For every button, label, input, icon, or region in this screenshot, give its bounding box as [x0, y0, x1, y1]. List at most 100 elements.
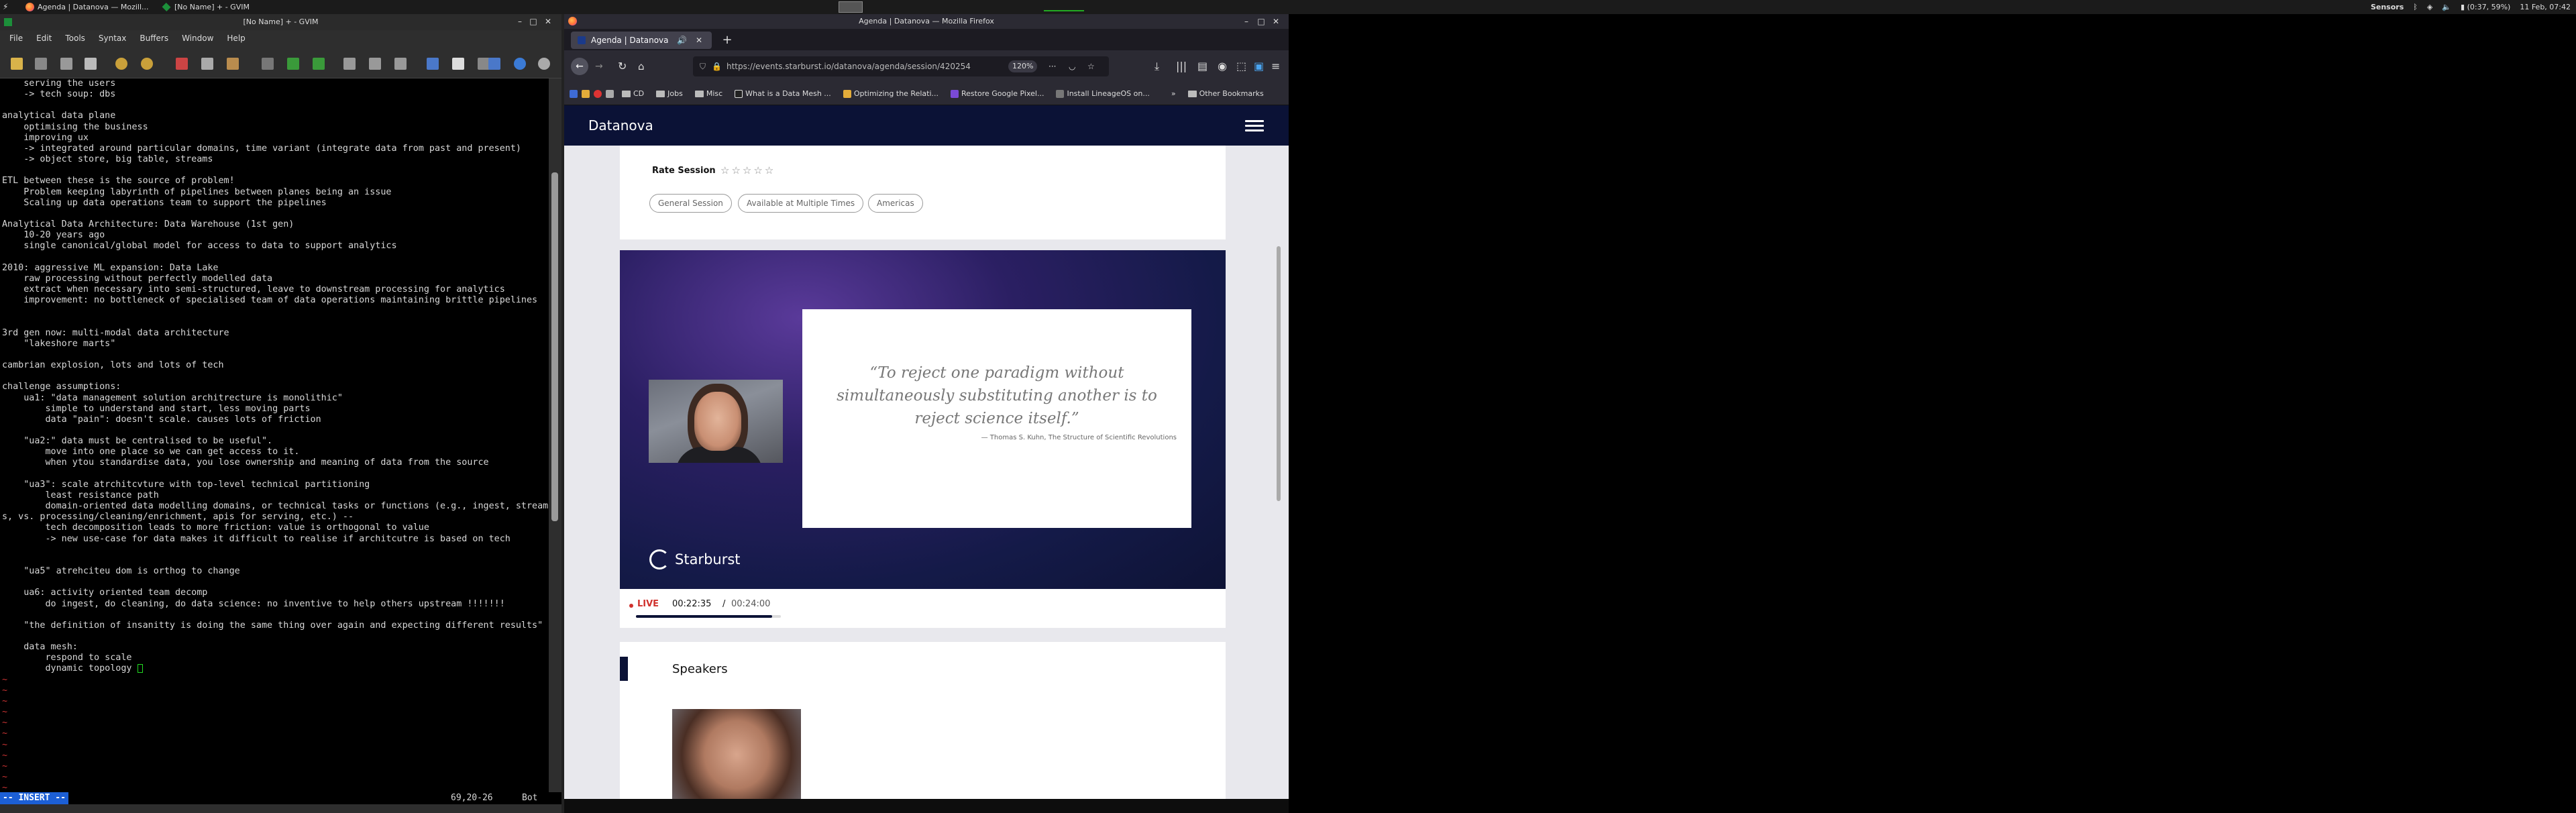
bluetooth-icon[interactable]: ᛒ	[2413, 0, 2418, 14]
bookmark-icon[interactable]	[606, 89, 614, 98]
extension-icon[interactable]: ▣	[1254, 58, 1264, 75]
redo-icon[interactable]	[141, 58, 153, 70]
bookmark-icon[interactable]	[570, 89, 578, 98]
forward-icon[interactable]: →	[595, 58, 603, 75]
zoom-level[interactable]: 120%	[1008, 60, 1038, 72]
cut-icon[interactable]	[176, 58, 188, 70]
menu-window[interactable]: Window	[182, 30, 213, 46]
star-icon[interactable]: ☆	[731, 164, 742, 176]
menu-icon[interactable]	[1245, 120, 1264, 132]
battery-status[interactable]: ▮ (0:37, 59%)	[2461, 0, 2510, 14]
tab-agenda[interactable]: Agenda | Datanova 🔊 ✕	[571, 32, 712, 49]
sidebar-icon[interactable]: ▤	[1197, 58, 1208, 75]
maximize-icon[interactable]: □	[529, 17, 538, 26]
rating-stars[interactable]: ☆☆☆☆☆	[720, 164, 775, 176]
text-editor[interactable]: serving the users -> tech soup: dbs anal…	[0, 78, 549, 792]
save-session-icon[interactable]	[369, 58, 381, 70]
progress-track[interactable]	[636, 615, 781, 618]
volume-icon[interactable]: 🔈	[2442, 0, 2451, 14]
print-icon[interactable]	[85, 58, 97, 70]
taskbar-item-firefox[interactable]: Agenda | Datanova — Mozill...	[23, 1, 157, 13]
tab-close-icon[interactable]: ✕	[696, 32, 702, 49]
close-icon[interactable]: ✕	[1271, 17, 1281, 26]
url-bar[interactable]: ⛉ 🔒 https://events.starburst.io/datanova…	[693, 56, 1109, 76]
help-icon[interactable]	[514, 58, 526, 70]
paste-icon[interactable]	[227, 58, 239, 70]
clock[interactable]: 11 Feb, 07:42	[2520, 0, 2571, 14]
run-script-icon[interactable]	[394, 58, 407, 70]
maximize-icon[interactable]: □	[1256, 17, 1266, 26]
bookmark-lineageos[interactable]: Install LineageOS on...	[1052, 89, 1153, 98]
network-icon[interactable]: ◈	[2427, 0, 2432, 14]
bookmark-optimizing[interactable]: Optimizing the Relati...	[839, 89, 943, 98]
open-icon[interactable]	[11, 58, 23, 70]
page-actions-icon[interactable]: ···	[1049, 56, 1056, 76]
shell-icon[interactable]	[452, 58, 464, 70]
copy-icon[interactable]	[201, 58, 213, 70]
taskbar-item-gvim[interactable]: [No Name] + - GVIM	[160, 1, 294, 13]
site-brand[interactable]: Datanova	[588, 117, 653, 133]
tag-available-multiple-times[interactable]: Available at Multiple Times	[738, 194, 864, 213]
app-menu-icon[interactable]: ⚡	[3, 2, 12, 11]
page-scrollbar-thumb[interactable]	[1277, 246, 1281, 501]
star-icon[interactable]: ☆	[720, 164, 731, 176]
bookmark-folder-misc[interactable]: Misc	[691, 89, 727, 98]
new-tab-icon[interactable]: +	[720, 32, 735, 49]
star-icon[interactable]: ☆	[765, 164, 775, 176]
save-icon[interactable]	[35, 58, 47, 70]
bookmark-icon[interactable]	[582, 89, 590, 98]
horizontal-scrollbar[interactable]	[0, 804, 561, 813]
reload-icon[interactable]: ↻	[618, 58, 627, 75]
menu-edit[interactable]: Edit	[36, 30, 52, 46]
undo-icon[interactable]	[115, 58, 127, 70]
make-icon[interactable]	[427, 58, 439, 70]
editor-line: raw processing without perfectly modelle…	[2, 273, 273, 284]
extensions-icon[interactable]: ⬚	[1236, 58, 1246, 75]
bookmark-restore-pixel[interactable]: Restore Google Pixel...	[947, 89, 1048, 98]
bookmark-folder-other[interactable]: Other Bookmarks	[1184, 89, 1268, 98]
home-icon[interactable]: ⌂	[638, 58, 645, 75]
sensors-label[interactable]: Sensors	[2371, 0, 2404, 14]
close-icon[interactable]: ✕	[543, 17, 553, 26]
tag-general-session[interactable]: General Session	[649, 194, 732, 213]
menu-help[interactable]: Help	[227, 30, 245, 46]
account-icon[interactable]: ◉	[1218, 58, 1227, 75]
star-icon[interactable]: ☆	[753, 164, 764, 176]
bookmark-icon[interactable]	[594, 89, 602, 98]
downloads-icon[interactable]: ⤓	[1155, 58, 1159, 75]
shield-icon[interactable]: ⛉	[700, 56, 706, 76]
find-prev-icon[interactable]	[313, 58, 325, 70]
star-icon[interactable]: ☆	[743, 164, 753, 176]
pocket-icon[interactable]: ◡	[1069, 56, 1075, 76]
tag-americas[interactable]: Americas	[868, 194, 923, 213]
menu-syntax[interactable]: Syntax	[99, 30, 126, 46]
save-all-icon[interactable]	[60, 58, 72, 70]
search-help-icon[interactable]	[538, 58, 550, 70]
find-next-icon[interactable]	[287, 58, 299, 70]
find-icon[interactable]	[262, 58, 274, 70]
editor-line: "ua3": scale atrchitcvture with top-leve…	[2, 479, 370, 490]
back-icon[interactable]: ←	[571, 58, 588, 75]
workspace-switcher[interactable]	[839, 1, 863, 13]
gvim-titlebar[interactable]: [No Name] + - GVIM – □ ✕	[0, 14, 561, 30]
hamburger-menu-icon[interactable]: ≡	[1271, 58, 1280, 75]
load-session-icon[interactable]	[343, 58, 356, 70]
bookmark-data-mesh[interactable]: What is a Data Mesh ...	[731, 89, 835, 98]
minimize-icon[interactable]: –	[1242, 17, 1251, 26]
lock-icon[interactable]: 🔒	[712, 56, 722, 76]
menu-buffers[interactable]: Buffers	[140, 30, 168, 46]
tag-jump-icon[interactable]	[488, 58, 500, 70]
bookmark-folder-cd[interactable]: CD	[618, 89, 648, 98]
video-player[interactable]: “To reject one paradigm without simultan…	[620, 250, 1226, 589]
menu-file[interactable]: File	[9, 30, 23, 46]
scrollbar-thumb[interactable]	[551, 172, 558, 521]
bookmarks-overflow-icon[interactable]: »	[1167, 89, 1180, 98]
bookmark-folder-jobs[interactable]: Jobs	[652, 89, 687, 98]
library-icon[interactable]: |||	[1176, 58, 1187, 75]
minimize-icon[interactable]: –	[515, 17, 525, 26]
tab-audio-icon[interactable]: 🔊	[677, 32, 687, 49]
bookmark-star-icon[interactable]: ☆	[1087, 56, 1095, 76]
speaker-portrait[interactable]	[672, 709, 801, 799]
firefox-titlebar[interactable]: Agenda | Datanova — Mozilla Firefox – □ …	[564, 14, 1289, 29]
menu-tools[interactable]: Tools	[65, 30, 85, 46]
